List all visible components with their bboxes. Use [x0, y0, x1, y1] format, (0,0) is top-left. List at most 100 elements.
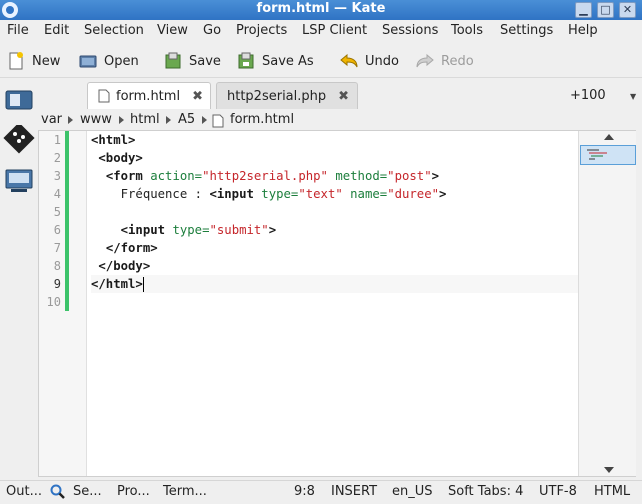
code-editor[interactable]: 1 2 3 4 5 6 7 8 9 10 <html> <body> <form… — [38, 130, 636, 477]
breadcrumb-item[interactable]: form.html — [230, 112, 294, 127]
projects-icon[interactable] — [2, 165, 35, 195]
output-panel-button[interactable]: Out... — [6, 484, 42, 499]
code-token: <input — [209, 187, 254, 201]
open-folder-icon — [78, 51, 98, 71]
line-number-current: 9 — [53, 277, 61, 291]
line-number: 6 — [53, 223, 61, 237]
main-toolbar: New Open Save Save As Undo Redo — [0, 44, 642, 78]
line-number: 7 — [53, 241, 61, 255]
menu-view[interactable]: View — [157, 23, 188, 38]
code-line[interactable] — [91, 293, 581, 311]
close-tab-icon[interactable]: ✖ — [192, 89, 203, 104]
menu-tools[interactable]: Tools — [451, 23, 483, 38]
menu-go[interactable]: Go — [203, 23, 221, 38]
scroll-up-icon[interactable] — [604, 134, 614, 140]
code-line[interactable] — [91, 203, 581, 221]
tab-http2serial-php[interactable]: http2serial.php ✖ — [216, 82, 358, 109]
redo-button[interactable]: Redo — [415, 49, 474, 73]
code-line[interactable]: <input type="submit"> — [91, 221, 581, 239]
search-icon[interactable] — [50, 484, 66, 500]
code-token: "text" — [298, 187, 343, 201]
breadcrumb-separator-icon — [119, 116, 124, 124]
save-as-icon — [236, 51, 256, 71]
undo-button[interactable]: Undo — [339, 49, 399, 73]
save-button[interactable]: Save — [163, 49, 221, 73]
projects-panel-button[interactable]: Pro... — [117, 484, 150, 499]
line-number: 10 — [46, 295, 61, 309]
text-cursor — [142, 277, 144, 292]
line-number-gutter: 1 2 3 4 5 6 7 8 9 10 — [39, 131, 87, 476]
code-token: <html> — [91, 133, 136, 147]
line-number: 1 — [53, 133, 61, 147]
menu-settings[interactable]: Settings — [500, 23, 553, 38]
code-token: <body> — [98, 151, 143, 165]
tab-overflow-count[interactable]: +100 — [570, 88, 606, 103]
code-token: action= — [150, 169, 203, 183]
menu-lsp-client[interactable]: LSP Client — [302, 23, 367, 38]
new-document-icon — [6, 51, 26, 71]
documents-icon[interactable] — [2, 85, 35, 115]
left-sidebar — [0, 80, 37, 480]
search-panel-button[interactable]: Se... — [73, 484, 102, 499]
code-token: "post" — [387, 169, 432, 183]
code-token: </form> — [105, 241, 158, 255]
code-token: Fréquence : — [91, 187, 210, 201]
menu-selection[interactable]: Selection — [84, 23, 144, 38]
breadcrumb-item[interactable]: var — [41, 112, 62, 127]
code-token: <input — [120, 223, 166, 237]
open-button[interactable]: Open — [78, 49, 139, 73]
status-bar: Out... Se... Pro... Term... 9:8 INSERT e… — [0, 480, 642, 504]
new-button[interactable]: New — [6, 49, 60, 73]
code-line[interactable]: </form> — [91, 239, 581, 257]
code-token: </body> — [98, 259, 151, 273]
menu-file[interactable]: File — [7, 23, 29, 38]
git-icon[interactable] — [2, 122, 35, 155]
maximize-button[interactable]: □ — [597, 2, 614, 18]
spellcheck-language[interactable]: en_US — [392, 484, 433, 499]
code-line-current[interactable]: </html> — [91, 275, 581, 293]
chevron-down-icon[interactable]: ▼ — [630, 92, 636, 101]
minimap-scrollbar[interactable] — [578, 131, 636, 476]
code-line[interactable]: <form action="http2serial.php" method="p… — [91, 167, 581, 185]
breadcrumb-item[interactable]: html — [130, 112, 160, 127]
indentation-setting[interactable]: Soft Tabs: 4 — [448, 484, 523, 499]
breadcrumb-separator-icon — [166, 116, 171, 124]
close-tab-icon[interactable]: ✖ — [338, 89, 349, 104]
cursor-position[interactable]: 9:8 — [294, 484, 315, 499]
terminal-panel-button[interactable]: Term... — [163, 484, 207, 499]
input-mode[interactable]: INSERT — [331, 484, 377, 499]
code-token: > — [268, 223, 277, 237]
modified-lines-marker — [65, 131, 69, 311]
code-token: type= — [172, 223, 210, 237]
breadcrumb-item[interactable]: A5 — [178, 112, 195, 127]
minimize-button[interactable]: ▁ — [575, 2, 592, 18]
close-window-button[interactable]: ✕ — [619, 2, 636, 18]
menu-sessions[interactable]: Sessions — [382, 23, 438, 38]
code-line[interactable]: </body> — [91, 257, 581, 275]
breadcrumb: var www html A5 form.html — [38, 111, 642, 130]
code-token: type= — [261, 187, 299, 201]
menu-edit[interactable]: Edit — [44, 23, 69, 38]
line-number: 3 — [53, 169, 61, 183]
tab-form-html[interactable]: form.html ✖ — [87, 82, 211, 109]
code-line[interactable]: <body> — [91, 149, 581, 167]
window-title: form.html — Kate — [256, 1, 386, 16]
menu-help[interactable]: Help — [568, 23, 598, 38]
html-file-icon — [98, 89, 110, 103]
minimap-viewport[interactable] — [580, 145, 636, 165]
code-line[interactable]: <html> — [91, 131, 581, 149]
breadcrumb-separator-icon — [68, 116, 73, 124]
file-encoding[interactable]: UTF-8 — [539, 484, 577, 499]
save-as-button[interactable]: Save As — [236, 49, 314, 73]
save-icon — [163, 51, 183, 71]
code-token: "submit" — [209, 223, 269, 237]
scroll-down-icon[interactable] — [604, 467, 614, 473]
code-token: method= — [335, 169, 388, 183]
breadcrumb-item[interactable]: www — [80, 112, 112, 127]
code-line[interactable]: Fréquence : <input type="text" name="dur… — [91, 185, 581, 203]
menu-projects[interactable]: Projects — [236, 23, 287, 38]
syntax-mode[interactable]: HTML — [594, 484, 630, 499]
breadcrumb-separator-icon — [202, 116, 207, 124]
